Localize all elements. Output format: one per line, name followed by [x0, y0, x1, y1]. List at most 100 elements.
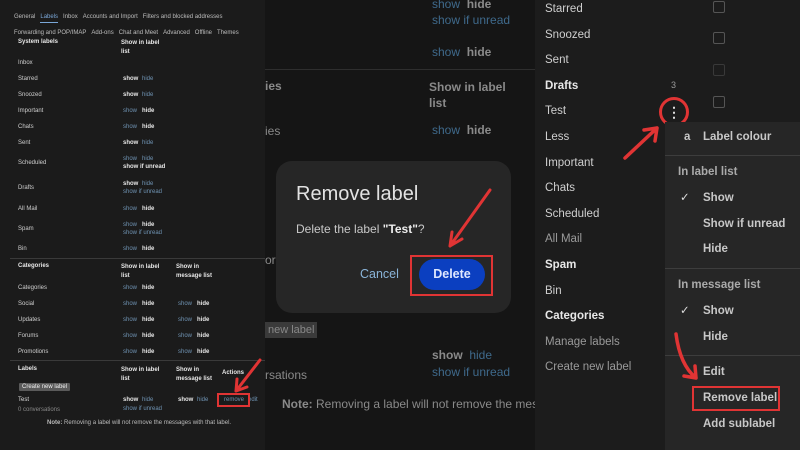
- sidebar-item-snoozed[interactable]: Snoozed: [545, 29, 590, 41]
- message-checkbox[interactable]: [713, 96, 725, 108]
- system-label-sent-label-list-show-option[interactable]: show: [123, 140, 138, 146]
- system-label-bin-label-list-hide-option[interactable]: hide: [142, 246, 154, 252]
- tab-advanced[interactable]: Advanced: [163, 30, 190, 36]
- message-checkbox[interactable]: [713, 64, 725, 76]
- system-label-snoozed-label-list-show-option[interactable]: show: [123, 92, 138, 98]
- category-social-message-list-hide-option[interactable]: hide: [197, 301, 209, 307]
- category-promotions: Promotions: [18, 349, 49, 355]
- divider: [665, 268, 800, 269]
- tab-filters-and-blocked-addresses[interactable]: Filters and blocked addresses: [143, 14, 223, 20]
- category-updates-label-list-hide-option[interactable]: hide: [142, 317, 154, 323]
- divider: [265, 69, 535, 70]
- tab-add-ons[interactable]: Add-ons: [91, 30, 113, 36]
- label-list-show-option[interactable]: show: [123, 397, 138, 403]
- category-forums-label-list-show-option[interactable]: show: [123, 333, 137, 339]
- system-label-snoozed-label-list-hide-option[interactable]: hide: [142, 92, 153, 98]
- category-updates-label-list-show-option[interactable]: show: [123, 317, 137, 323]
- system-labels-header: System labels: [18, 39, 59, 45]
- cancel-button[interactable]: Cancel: [360, 267, 399, 281]
- menu-add-sublabel[interactable]: Add sublabel: [703, 418, 775, 430]
- system-label-drafts-label-list-show-option[interactable]: show: [123, 181, 138, 187]
- sidebar-item-all-mail[interactable]: All Mail: [545, 233, 582, 245]
- category-promotions-message-list-show-option[interactable]: show: [178, 349, 192, 355]
- menu-label-list-show[interactable]: Show: [703, 192, 734, 204]
- system-label-chats-label-list-show-option[interactable]: show: [123, 124, 137, 130]
- message-checkbox[interactable]: [713, 32, 725, 44]
- category-updates-message-list-hide-option[interactable]: hide: [197, 317, 209, 323]
- category-forums-label-list-hide-option[interactable]: hide: [142, 333, 154, 339]
- category-promotions-label-list-hide-option[interactable]: hide: [142, 349, 154, 355]
- system-label-starred-label-list-hide-option[interactable]: hide: [142, 76, 153, 82]
- system-label-important-label-list-hide-option[interactable]: hide: [142, 108, 154, 114]
- sidebar-item-sent[interactable]: Sent: [545, 54, 569, 66]
- system-label-all-mail-label-list-hide-option[interactable]: hide: [142, 206, 154, 212]
- actions-header: Actions: [222, 370, 245, 376]
- system-label-chats-label-list-hide-option[interactable]: hide: [142, 124, 154, 130]
- tab-offline[interactable]: Offline: [195, 30, 212, 36]
- system-label-spam-label-list-show-option[interactable]: show: [123, 222, 137, 228]
- tab-forwarding-and-pop-imap[interactable]: Forwarding and POP/IMAP: [14, 30, 86, 36]
- system-label-starred-label-list-show-option[interactable]: show: [123, 76, 138, 82]
- gmail-settings-labels-panel: General Labels Inbox Accounts and Import Fil…: [0, 0, 265, 450]
- menu-message-list-show[interactable]: Show: [703, 305, 734, 317]
- system-label-scheduled-label-list-hide-option[interactable]: hide: [142, 156, 153, 162]
- tab-accounts-and-import[interactable]: Accounts and Import: [83, 14, 138, 20]
- label-list-hide-option[interactable]: hide: [142, 397, 153, 403]
- label-colour-icon: a: [684, 131, 691, 143]
- sidebar-item-spam[interactable]: Spam: [545, 259, 576, 271]
- category-promotions-message-list-hide-option[interactable]: hide: [197, 349, 209, 355]
- bg-show-if-unread-2: show if unread: [432, 365, 511, 379]
- dialog-message: Delete the label "Test"?: [296, 222, 425, 236]
- system-label-scheduled-label-list-show-option[interactable]: show: [123, 156, 137, 162]
- label-list-show-if-unread-option[interactable]: show if unread: [123, 406, 162, 412]
- message-checkbox[interactable]: [713, 1, 725, 13]
- label-conversation-count: 0 conversations: [18, 407, 61, 413]
- system-label-bin-label-list-show-option[interactable]: show: [123, 246, 137, 252]
- category-forums-message-list-show-option[interactable]: show: [178, 333, 192, 339]
- menu-label-list-show-if-unread[interactable]: Show if unread: [703, 218, 785, 230]
- system-label-spam-label-list-hide-option[interactable]: hide: [142, 222, 154, 228]
- menu-message-list-hide[interactable]: Hide: [703, 331, 728, 343]
- sidebar-item-drafts[interactable]: Drafts: [545, 80, 578, 92]
- sidebar-item-categories[interactable]: Categories: [545, 310, 604, 322]
- create-new-label-button[interactable]: Create new label: [19, 383, 71, 391]
- system-label-spam-label-list-show-if-unread-option[interactable]: show if unread: [123, 230, 162, 236]
- sidebar-item-starred[interactable]: Starred: [545, 3, 583, 15]
- sidebar-item-manage-labels[interactable]: Manage labels: [545, 336, 620, 348]
- message-list-show-option[interactable]: show: [178, 397, 193, 403]
- menu-edit[interactable]: Edit: [703, 366, 725, 378]
- tab-chat-and-meet[interactable]: Chat and Meet: [119, 30, 158, 36]
- category-forums: Forums: [18, 333, 39, 339]
- category-categories-label-list-hide-option[interactable]: hide: [142, 285, 154, 291]
- category-updates-message-list-show-option[interactable]: show: [178, 317, 192, 323]
- tab-themes[interactable]: Themes: [217, 30, 239, 36]
- category-social-message-list-show-option[interactable]: show: [178, 301, 192, 307]
- system-label-scheduled-label-list-show-if-unread-option[interactable]: show if unread: [123, 164, 165, 170]
- tab-inbox[interactable]: Inbox: [63, 14, 78, 20]
- menu-label-list-hide[interactable]: Hide: [703, 243, 728, 255]
- sidebar-item-create-new-label[interactable]: Create new label: [545, 361, 631, 373]
- highlight-box: [410, 255, 493, 296]
- system-label-drafts-label-list-hide-option[interactable]: hide: [142, 181, 153, 187]
- sidebar-item-important[interactable]: Important: [545, 157, 594, 169]
- system-label-all-mail-label-list-show-option[interactable]: show: [123, 206, 137, 212]
- sidebar-item-scheduled[interactable]: Scheduled: [545, 208, 599, 220]
- divider: [665, 155, 800, 156]
- sidebar-item-chats[interactable]: Chats: [545, 182, 575, 194]
- show-in-label-list-header: Show in label list: [121, 40, 160, 55]
- sidebar-item-less[interactable]: Less: [545, 131, 569, 143]
- system-label-all-mail: All Mail: [18, 206, 38, 212]
- system-label-sent-label-list-hide-option[interactable]: hide: [142, 140, 153, 146]
- sidebar-item-test[interactable]: Test: [545, 105, 566, 117]
- category-categories-label-list-show-option[interactable]: show: [123, 285, 137, 291]
- menu-label-colour[interactable]: Label colour: [703, 131, 771, 143]
- sidebar-item-bin[interactable]: Bin: [545, 285, 562, 297]
- category-social-label-list-show-option[interactable]: show: [123, 301, 137, 307]
- category-forums-message-list-hide-option[interactable]: hide: [197, 333, 209, 339]
- system-label-drafts-label-list-show-if-unread-option[interactable]: show if unread: [123, 189, 162, 195]
- category-social-label-list-hide-option[interactable]: hide: [142, 301, 154, 307]
- system-label-important-label-list-show-option[interactable]: show: [123, 108, 137, 114]
- message-list-hide-option[interactable]: hide: [197, 397, 208, 403]
- tab-general[interactable]: General: [14, 14, 35, 20]
- category-promotions-label-list-show-option[interactable]: show: [123, 349, 137, 355]
